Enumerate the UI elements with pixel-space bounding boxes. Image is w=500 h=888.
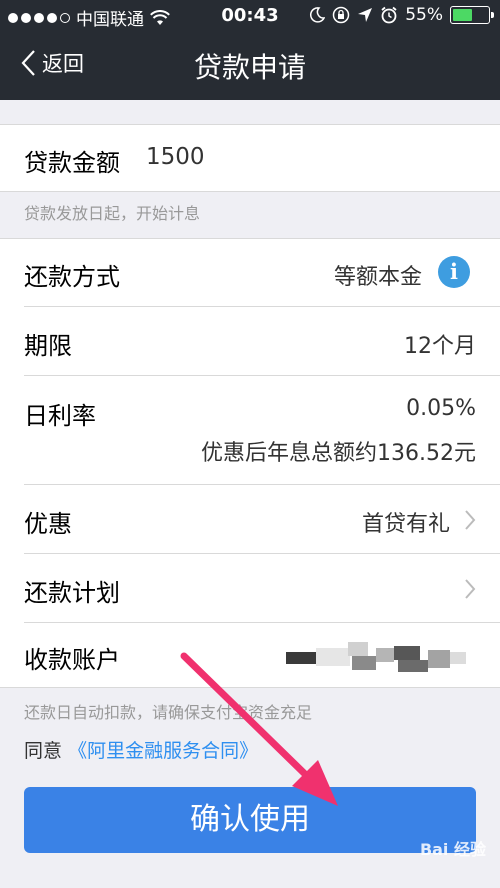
loan-amount-label: 贷款金额: [24, 149, 120, 177]
repay-plan-row[interactable]: 还款计划: [0, 554, 500, 622]
battery-icon: [450, 6, 494, 24]
rotation-lock-icon: [332, 6, 350, 24]
nav-bar: 返回 贷款申请: [0, 34, 500, 100]
masked-account-number: [286, 638, 476, 678]
agreement-prefix: 同意: [24, 740, 63, 762]
chevron-right-icon: [465, 510, 476, 530]
confirm-button[interactable]: 确认使用: [24, 787, 476, 853]
loan-details-group: 还款方式 等额本金 i 期限 12个月 日利率 0.05% 优惠后年息总额约13…: [0, 238, 500, 688]
info-icon[interactable]: i: [438, 256, 470, 288]
interest-start-note: 贷款发放日起，开始计息: [24, 204, 201, 223]
loan-amount-row[interactable]: 贷款金额 1500: [0, 124, 500, 192]
location-icon: [358, 8, 373, 22]
term-value: 12个月: [404, 334, 476, 359]
auto-debit-note: 还款日自动扣款，请确保支付宝资金充足: [24, 703, 313, 722]
daily-rate-label: 日利率: [24, 402, 96, 430]
term-label: 期限: [24, 332, 72, 360]
repay-method-value: 等额本金: [333, 265, 422, 290]
agreement: 同意 《阿里金融服务合同》: [24, 736, 258, 763]
service-contract-link[interactable]: 《阿里金融服务合同》: [68, 740, 258, 762]
header: 中国联通 00:43 55% 返回 贷款申请: [0, 0, 500, 100]
repay-plan-label: 还款计划: [24, 579, 120, 607]
discount-label: 优惠: [24, 510, 72, 538]
daily-rate-value: 0.05%: [406, 396, 476, 421]
status-right: 55%: [309, 5, 494, 25]
term-row[interactable]: 期限 12个月: [0, 307, 500, 375]
loan-amount-value[interactable]: 1500: [146, 144, 205, 170]
repay-method-row[interactable]: 还款方式 等额本金 i: [0, 238, 500, 306]
page-title: 贷款申请: [193, 51, 306, 84]
chevron-right-icon: [465, 579, 476, 599]
alarm-icon: [381, 6, 397, 24]
repay-method-label: 还款方式: [24, 263, 120, 291]
discount-value: 首贷有礼: [361, 512, 450, 537]
discount-row[interactable]: 优惠 首贷有礼: [0, 485, 500, 553]
daily-rate-row: 日利率 0.05% 优惠后年息总额约136.52元: [0, 376, 500, 484]
status-bar: 中国联通 00:43 55%: [0, 0, 500, 34]
battery-percent: 55%: [405, 5, 443, 25]
baidu-jingyan-watermark: Bai 经验: [419, 840, 486, 859]
discount-interest-detail: 优惠后年息总额约136.52元: [201, 441, 476, 466]
moon-icon: [310, 7, 326, 23]
receiving-account-label: 收款账户: [24, 646, 120, 674]
